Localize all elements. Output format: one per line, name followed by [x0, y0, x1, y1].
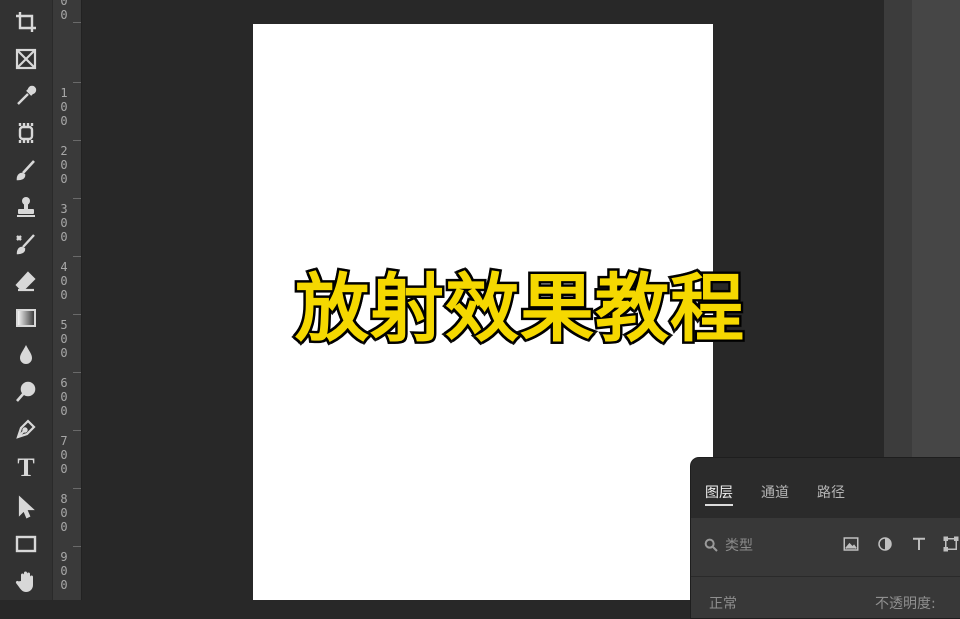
- layers-panel-body: 类型 正常 不透明度:: [691, 518, 960, 618]
- brush-icon[interactable]: [10, 154, 42, 186]
- vertical-ruler: 0 0 1 0 0 2 0 0 3 0 0 4 0 0 5 0 0 6 0 0 …: [52, 0, 82, 600]
- shape-filter-icon[interactable]: [941, 534, 960, 554]
- crop-icon[interactable]: [10, 6, 42, 38]
- ruler-tick: [73, 488, 81, 489]
- headline-text: 放射效果教程: [293, 263, 747, 354]
- ruler-label: 3 0 0: [60, 202, 68, 244]
- dodge-icon[interactable]: [10, 376, 42, 408]
- ruler-label: 0 0: [60, 0, 68, 22]
- ruler-tick: [73, 546, 81, 547]
- adjustment-filter-icon[interactable]: [875, 534, 895, 554]
- image-filter-icon[interactable]: [841, 534, 861, 554]
- ruler-label: 7 0 0: [60, 434, 68, 476]
- frame-icon[interactable]: [10, 43, 42, 75]
- ruler-tick: [73, 256, 81, 257]
- gradient-icon[interactable]: [10, 302, 42, 334]
- ruler-label: 2 0 0: [60, 144, 68, 186]
- ruler-tick: [73, 22, 81, 23]
- ruler-label: 9 0 0: [60, 550, 68, 592]
- tab-paths[interactable]: 路径: [817, 482, 845, 502]
- search-icon: [704, 538, 718, 552]
- ruler-label: 8 0 0: [60, 492, 68, 534]
- clone-stamp-icon[interactable]: [10, 191, 42, 223]
- opacity-label: 不透明度:: [875, 596, 936, 612]
- filter-kind-label: 类型: [725, 538, 753, 554]
- ruler-tick: [73, 430, 81, 431]
- ruler-tick: [73, 314, 81, 315]
- type-filter-icon[interactable]: [909, 534, 929, 554]
- eyedropper-icon[interactable]: [10, 80, 42, 112]
- type-icon[interactable]: T: [10, 452, 42, 484]
- blend-row: 正常 不透明度:: [691, 576, 960, 619]
- layer-filter[interactable]: 类型: [703, 534, 753, 556]
- layers-panel: 图层 通道 路径 类型 正常 不透明度:: [691, 458, 960, 618]
- tab-layers[interactable]: 图层: [705, 482, 733, 506]
- ruler-tick: [73, 198, 81, 199]
- rectangle-icon[interactable]: [10, 528, 42, 560]
- blur-icon[interactable]: [10, 339, 42, 371]
- ruler-tick: [73, 82, 81, 83]
- blend-mode-select[interactable]: 正常: [709, 593, 737, 613]
- tools-panel: T: [0, 0, 52, 600]
- ruler-label: 1 0 0: [60, 86, 68, 128]
- ruler-label: 5 0 0: [60, 318, 68, 360]
- spot-healing-icon[interactable]: [10, 117, 42, 149]
- tab-channels[interactable]: 通道: [761, 482, 789, 502]
- ruler-tick: [73, 140, 81, 141]
- pen-icon[interactable]: [10, 413, 42, 445]
- hand-icon[interactable]: [10, 566, 42, 598]
- path-selection-icon[interactable]: [10, 491, 42, 523]
- history-brush-icon[interactable]: [10, 228, 42, 260]
- headline-overlay: 放射效果教程: [250, 252, 790, 354]
- eraser-icon[interactable]: [10, 265, 42, 297]
- ruler-tick: [73, 372, 81, 373]
- ruler-label: 6 0 0: [60, 376, 68, 418]
- panel-tabs: 图层 通道 路径: [691, 458, 960, 518]
- ruler-label: 4 0 0: [60, 260, 68, 302]
